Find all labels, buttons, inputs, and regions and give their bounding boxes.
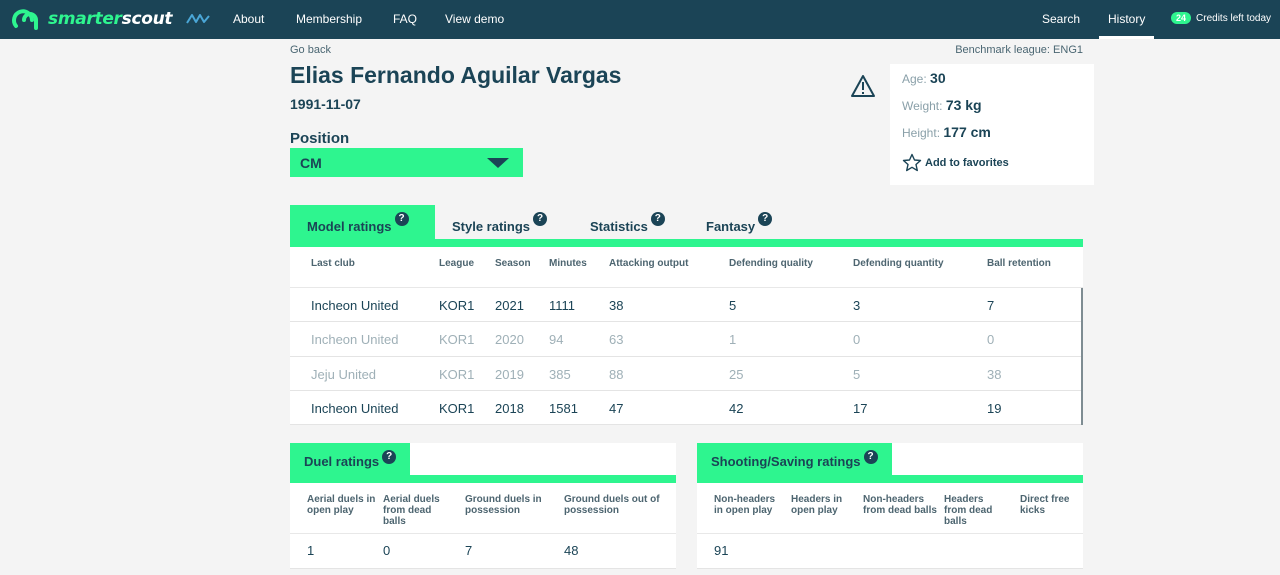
logo-icon — [12, 9, 38, 30]
position-label: Position — [290, 130, 350, 147]
shooting-saving-card: Shooting/Saving ratings? Non-headers in … — [697, 443, 1083, 569]
table-row[interactable]: Incheon United KOR1 2020 94 63 1 0 0 — [290, 322, 1083, 357]
duel-value: 1 — [307, 543, 315, 558]
height-row: Height: 177 cm — [902, 124, 991, 140]
player-name: Elias Fernando Aguilar Vargas — [290, 62, 622, 88]
weight-value: 73 kg — [945, 97, 982, 113]
duel-value: 48 — [564, 543, 579, 558]
credits-label: Credits left today — [1196, 12, 1272, 24]
duel-ratings-tab[interactable]: Duel ratings? — [290, 443, 411, 477]
table-scrollbar[interactable] — [1081, 288, 1083, 425]
shooting-value: 91 — [714, 543, 729, 558]
credits-badge: 24 — [1171, 12, 1192, 24]
logo[interactable]: smarterscout — [10, 6, 173, 32]
col-season[interactable]: Season — [495, 258, 531, 269]
col-attacking-output[interactable]: Attacking output — [609, 258, 688, 269]
tab-model-ratings[interactable]: Model ratings? — [290, 205, 435, 247]
help-icon[interactable]: ? — [863, 450, 878, 464]
position-select[interactable]: CM — [290, 148, 523, 177]
star-icon — [902, 153, 922, 172]
warning-icon[interactable] — [850, 74, 876, 98]
col-minutes[interactable]: Minutes — [549, 258, 587, 269]
nav-history[interactable]: History — [1099, 0, 1155, 39]
chevron-down-icon — [487, 158, 509, 168]
nav-search[interactable]: Search — [1042, 12, 1080, 26]
col-ball-retention[interactable]: Ball retention — [987, 258, 1051, 269]
shooting-saving-tab[interactable]: Shooting/Saving ratings? — [697, 443, 892, 477]
table-row[interactable]: Incheon United KOR1 2018 1581 47 42 17 1… — [290, 391, 1083, 425]
help-icon[interactable]: ? — [533, 212, 548, 226]
weight-row: Weight: 73 kg — [902, 97, 982, 113]
col-defending-quantity[interactable]: Defending quantity — [853, 258, 944, 269]
logo-text: smarterscout — [48, 9, 173, 29]
model-ratings-table: Last club League Season Minutes Attackin… — [290, 247, 1083, 425]
nav-faq[interactable]: FAQ — [393, 12, 417, 26]
col-last-club[interactable]: Last club — [311, 258, 355, 269]
divider — [290, 533, 676, 534]
age-row: Age: 30 — [902, 70, 946, 86]
nav-about[interactable]: About — [233, 12, 264, 26]
height-value: 177 cm — [943, 124, 991, 140]
tab-statistics[interactable]: Statistics? — [590, 205, 665, 247]
go-back-link[interactable]: Go back — [290, 44, 331, 56]
age-value: 30 — [930, 70, 946, 86]
duel-value: 0 — [383, 543, 391, 558]
benchmark-league[interactable]: Benchmark league: ENG1 — [955, 44, 1083, 56]
date-of-birth: 1991-11-07 — [290, 96, 361, 112]
add-to-favorites-button[interactable]: Add to favorites — [902, 153, 1082, 172]
tab-style-ratings[interactable]: Style ratings? — [452, 205, 548, 247]
credits-indicator: 24 Credits left today — [1171, 12, 1271, 24]
ratings-tabs: Model ratings? Style ratings? Statistics… — [290, 205, 1083, 254]
divider — [697, 533, 1083, 534]
table-header: Last club League Season Minutes Attackin… — [290, 247, 1083, 288]
table-row[interactable]: Incheon United KOR1 2021 1111 38 5 3 7 — [290, 288, 1083, 323]
tab-fantasy[interactable]: Fantasy? — [706, 205, 773, 247]
divider — [697, 568, 1083, 569]
help-icon[interactable]: ? — [650, 212, 665, 226]
wave-icon[interactable] — [186, 13, 210, 25]
table-row[interactable]: Jeju United KOR1 2019 385 88 25 5 38 — [290, 357, 1083, 391]
help-icon[interactable]: ? — [394, 212, 409, 226]
nav-membership[interactable]: Membership — [296, 12, 362, 26]
favorites-label: Add to favorites — [925, 156, 1009, 169]
player-info-card: Age: 30 Weight: 73 kg Height: 177 cm Add… — [890, 64, 1094, 185]
divider — [290, 568, 676, 569]
duel-value: 7 — [465, 543, 473, 558]
position-value: CM — [300, 154, 322, 171]
top-nav: smarterscout About Membership FAQ View d… — [0, 0, 1280, 39]
nav-view-demo[interactable]: View demo — [445, 12, 504, 26]
help-icon[interactable]: ? — [758, 212, 773, 226]
col-defending-quality[interactable]: Defending quality — [729, 258, 813, 269]
col-league[interactable]: League — [439, 258, 474, 269]
help-icon[interactable]: ? — [382, 450, 397, 464]
duel-ratings-card: Duel ratings? Aerial duels in open play … — [290, 443, 676, 569]
